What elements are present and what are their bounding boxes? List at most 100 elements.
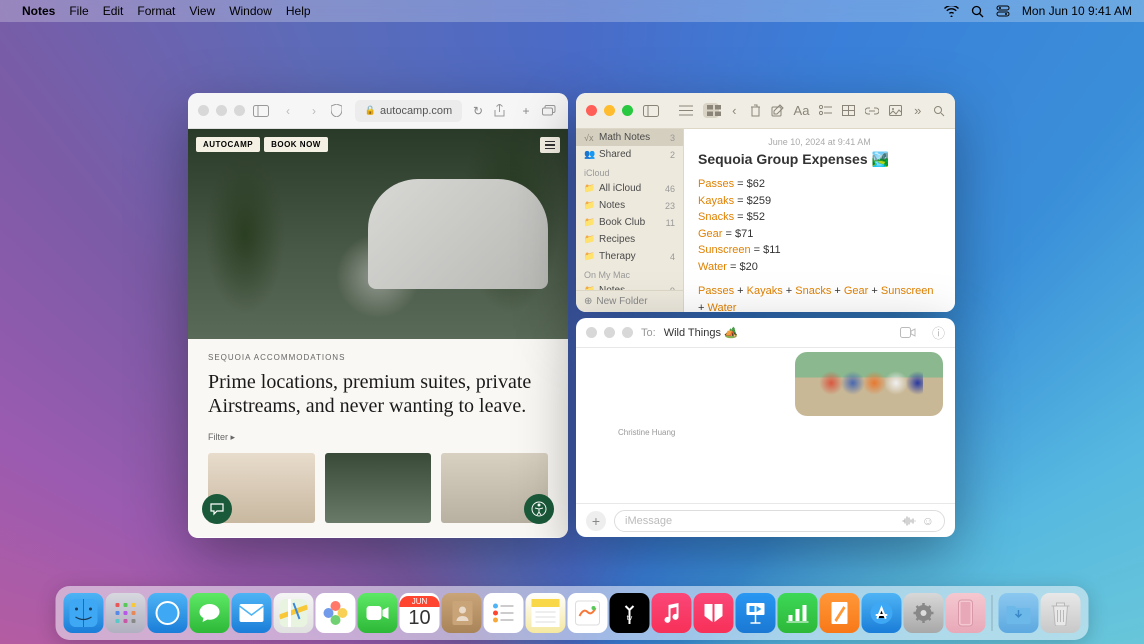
checklist-icon[interactable] (819, 105, 832, 116)
info-icon[interactable]: ⓘ (932, 323, 945, 342)
logo-badge[interactable]: AUTOCAMP (196, 137, 260, 152)
sidebar-item-shared[interactable]: 👥Shared2 (576, 146, 683, 163)
zoom-button[interactable] (622, 327, 633, 338)
dock-reminders[interactable] (484, 593, 524, 633)
shield-icon[interactable] (331, 104, 347, 117)
filter-button[interactable]: Filter ▸ (208, 432, 548, 443)
table-icon[interactable] (842, 105, 855, 116)
back-button[interactable]: ‹ (279, 104, 297, 118)
menu-file[interactable]: File (69, 4, 88, 18)
compose-icon[interactable] (771, 104, 784, 117)
dock-maps[interactable] (274, 593, 314, 633)
dock-app-store[interactable] (862, 593, 902, 633)
dock-safari[interactable] (148, 593, 188, 633)
folder-icon: √x (584, 133, 594, 143)
folder-name: Notes (599, 200, 660, 211)
wifi-icon[interactable] (944, 6, 959, 17)
menu-format[interactable]: Format (137, 4, 175, 18)
back-icon[interactable]: ‹ (729, 103, 740, 118)
sidebar-item-notes[interactable]: 📁Notes9 (576, 282, 683, 290)
reload-icon[interactable]: ↻ (470, 104, 486, 118)
dock-numbers[interactable] (778, 593, 818, 633)
dock-tv[interactable]: tv (610, 593, 650, 633)
new-folder-button[interactable]: ⊕ New Folder (576, 290, 683, 312)
zoom-button[interactable] (622, 105, 633, 116)
sidebar-item-math-notes[interactable]: √xMath Notes3 (576, 129, 683, 146)
menu-window[interactable]: Window (229, 4, 272, 18)
list-view-icon[interactable] (679, 105, 693, 116)
notes-editor[interactable]: June 10, 2024 at 9:41 AM Sequoia Group E… (684, 129, 955, 312)
apps-button[interactable]: + (586, 511, 606, 531)
minimize-button[interactable] (604, 327, 615, 338)
accessibility-fab-icon[interactable] (524, 494, 554, 524)
dock-notes[interactable] (526, 593, 566, 633)
search-icon[interactable] (933, 105, 945, 117)
zoom-button[interactable] (234, 105, 245, 116)
dock-settings[interactable] (904, 593, 944, 633)
dock-launchpad[interactable] (106, 593, 146, 633)
menubar-datetime[interactable]: Mon Jun 10 9:41 AM (1022, 4, 1132, 18)
close-button[interactable] (586, 327, 597, 338)
shared-photo[interactable] (795, 352, 943, 416)
close-button[interactable] (198, 105, 209, 116)
app-menu[interactable]: Notes (22, 4, 55, 18)
facetime-icon[interactable] (900, 327, 916, 338)
chat-fab-icon[interactable] (202, 494, 232, 524)
dock-finder[interactable] (64, 593, 104, 633)
hamburger-menu-icon[interactable] (540, 137, 560, 153)
dock-downloads[interactable] (999, 593, 1039, 633)
folder-icon: 📁 (584, 183, 594, 194)
control-center-icon[interactable] (996, 5, 1010, 17)
dock-contacts[interactable] (442, 593, 482, 633)
format-icon[interactable]: Aa (794, 103, 810, 118)
lock-icon: 🔒 (365, 105, 376, 116)
dock-freeform[interactable] (568, 593, 608, 633)
grid-view-icon[interactable] (703, 103, 719, 118)
sidebar-toggle-icon[interactable] (253, 105, 271, 117)
audio-message-icon[interactable] (902, 516, 916, 526)
messages-window: To: Wild Things 🏕️ ⓘ Christine HuangAwww… (576, 318, 955, 537)
dock-facetime[interactable] (358, 593, 398, 633)
minimize-button[interactable] (216, 105, 227, 116)
calendar-day: 10 (408, 607, 430, 630)
message-input[interactable]: iMessage ☺ (614, 510, 945, 532)
new-tab-icon[interactable]: + (518, 104, 534, 118)
link-icon[interactable] (865, 107, 879, 115)
dock-keynote[interactable] (736, 593, 776, 633)
sidebar-item-recipes[interactable]: 📁Recipes (576, 231, 683, 248)
dock-photos[interactable] (316, 593, 356, 633)
book-now-button[interactable]: BOOK NOW (264, 137, 328, 152)
accommodation-thumb[interactable] (325, 453, 432, 523)
dock-music[interactable] (652, 593, 692, 633)
address-bar[interactable]: 🔒 autocamp.com (355, 100, 462, 122)
dock-pages[interactable] (820, 593, 860, 633)
dock-iphone-mirroring[interactable] (946, 593, 986, 633)
sidebar-item-all-icloud[interactable]: 📁All iCloud46 (576, 180, 683, 197)
forward-button[interactable]: › (305, 104, 323, 118)
menu-view[interactable]: View (189, 4, 215, 18)
folder-name: Book Club (599, 217, 661, 228)
more-icon[interactable]: » (912, 103, 923, 118)
sidebar-item-therapy[interactable]: 📁Therapy4 (576, 248, 683, 265)
sidebar-view-icon[interactable] (643, 105, 659, 117)
menu-help[interactable]: Help (286, 4, 311, 18)
dock-trash[interactable] (1041, 593, 1081, 633)
dock-news[interactable] (694, 593, 734, 633)
close-button[interactable] (586, 105, 597, 116)
conversation-name[interactable]: Wild Things 🏕️ (664, 326, 738, 339)
dock-calendar[interactable]: JUN 10 (400, 593, 440, 633)
media-icon[interactable] (889, 105, 902, 116)
emoji-icon[interactable]: ☺ (922, 514, 934, 528)
search-icon[interactable] (971, 5, 984, 18)
dock-messages[interactable] (190, 593, 230, 633)
message-placeholder: iMessage (625, 515, 896, 527)
sidebar-item-notes[interactable]: 📁Notes23 (576, 197, 683, 214)
minimize-button[interactable] (604, 105, 615, 116)
message-sender: Christine Huang (618, 428, 943, 437)
tabs-icon[interactable] (542, 105, 558, 116)
dock-mail[interactable] (232, 593, 272, 633)
menu-edit[interactable]: Edit (103, 4, 124, 18)
trash-icon[interactable] (750, 104, 761, 117)
share-icon[interactable] (494, 104, 510, 118)
sidebar-item-book-club[interactable]: 📁Book Club11 (576, 214, 683, 231)
